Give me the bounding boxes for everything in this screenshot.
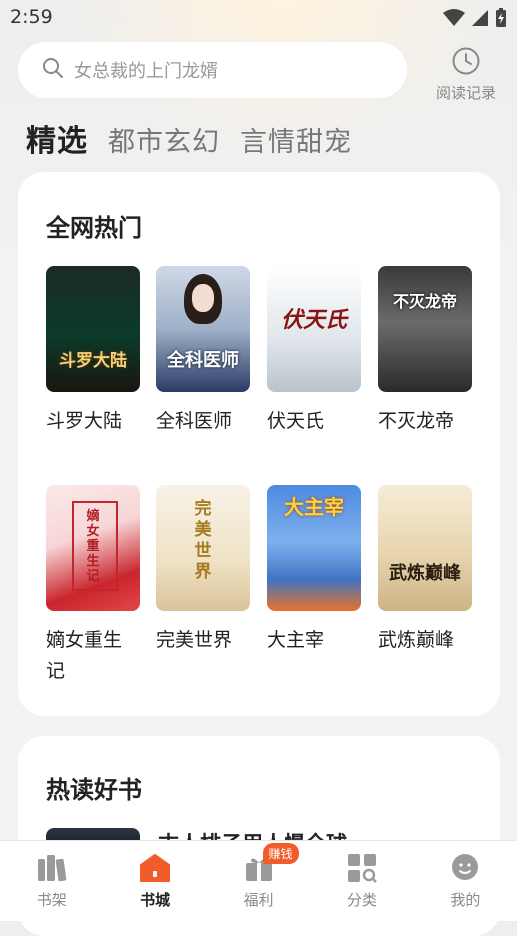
nav-bookshelf[interactable]: 书架: [0, 841, 103, 921]
section-title: 全网热门: [46, 214, 142, 242]
book-title: 完美世界: [156, 629, 233, 651]
earn-badge: 赚钱: [262, 843, 299, 864]
cover-title: 大主宰: [284, 495, 344, 519]
gift-icon: [243, 858, 275, 887]
book-cover[interactable]: 武炼巅峰: [378, 485, 472, 611]
book-title: 嫡女重生记: [46, 629, 123, 682]
book-cover[interactable]: 不灭龙帝: [378, 266, 472, 392]
clock-icon: [451, 47, 481, 80]
cover-title: 伏天氏: [280, 308, 347, 333]
cover-title: 斗罗大陆: [59, 351, 127, 371]
signal-icon: [471, 9, 489, 31]
cover-title: 嫡女重生记: [86, 509, 100, 584]
book-item[interactable]: 全科医师 全科医师: [156, 266, 250, 437]
bottom-nav: 书架 书城 赚钱 福利 分类 我的: [0, 840, 517, 921]
book-cover[interactable]: 斗罗大陆: [46, 266, 140, 392]
category-icon: [346, 854, 378, 887]
reading-history-button[interactable]: 阅读记录: [426, 46, 506, 102]
tab-urban-fantasy[interactable]: 都市玄幻: [108, 120, 220, 159]
wifi-icon: [443, 9, 465, 31]
search-placeholder: 女总裁的上门龙婿: [74, 61, 218, 82]
book-title: 全科医师: [156, 410, 233, 432]
book-item[interactable]: 不灭龙帝 不灭龙帝: [378, 266, 472, 437]
category-tabs: 精选 都市玄幻 言情甜宠: [26, 116, 352, 160]
book-title: 大主宰: [267, 629, 325, 651]
nav-label: 我的: [450, 891, 481, 909]
nav-label: 书架: [36, 891, 67, 909]
cover-title: 全科医师: [167, 350, 239, 371]
tab-romance[interactable]: 言情甜宠: [240, 120, 352, 159]
book-cover[interactable]: 全科医师: [156, 266, 250, 392]
book-item[interactable]: 武炼巅峰 武炼巅峰: [378, 485, 472, 656]
book-cover[interactable]: 完美世界: [156, 485, 250, 611]
bookshelf-icon: [36, 855, 68, 887]
search-bar[interactable]: 女总裁的上门龙婿: [18, 42, 407, 98]
cover-title: 武炼巅峰: [389, 563, 461, 584]
cover-title: 不灭龙帝: [392, 292, 457, 311]
book-cover[interactable]: 嫡女重生记: [46, 485, 140, 611]
search-icon: [42, 57, 64, 83]
nav-category[interactable]: 分类: [310, 841, 413, 921]
status-icons: [443, 8, 507, 32]
book-item[interactable]: 嫡女重生记 嫡女重生记: [46, 485, 140, 687]
nav-label: 福利: [243, 891, 274, 909]
section-title: 热读好书: [46, 776, 142, 804]
nav-label: 分类: [346, 891, 377, 909]
hot-books-card: 全网热门 斗罗大陆 斗罗大陆 全科医师 全科医师 伏天氏 伏天氏 不灭龙帝 不灭…: [18, 172, 500, 716]
nav-label: 书城: [140, 891, 171, 909]
nav-welfare[interactable]: 赚钱 福利: [207, 841, 310, 921]
tab-featured[interactable]: 精选: [26, 116, 88, 160]
book-item[interactable]: 完美世界 完美世界: [156, 485, 250, 656]
bookstore-icon: [139, 854, 171, 887]
book-cover[interactable]: 大主宰: [267, 485, 361, 611]
battery-charging-icon: [495, 8, 507, 32]
nav-profile[interactable]: 我的: [414, 841, 517, 921]
status-time: 2:59: [10, 6, 53, 28]
book-item[interactable]: 大主宰 大主宰: [267, 485, 361, 656]
cover-title: 完美世界: [194, 499, 212, 582]
book-title: 伏天氏: [267, 410, 325, 432]
status-bar: 2:59: [0, 0, 517, 36]
book-cover[interactable]: 伏天氏: [267, 266, 361, 392]
book-item[interactable]: 伏天氏 伏天氏: [267, 266, 361, 437]
book-title: 武炼巅峰: [378, 629, 455, 651]
book-title: 不灭龙帝: [378, 410, 455, 432]
nav-bookstore[interactable]: 书城: [103, 841, 206, 921]
profile-icon: [449, 854, 481, 887]
reading-history-label: 阅读记录: [435, 84, 496, 102]
book-item[interactable]: 斗罗大陆 斗罗大陆: [46, 266, 140, 437]
book-title: 斗罗大陆: [46, 410, 123, 432]
